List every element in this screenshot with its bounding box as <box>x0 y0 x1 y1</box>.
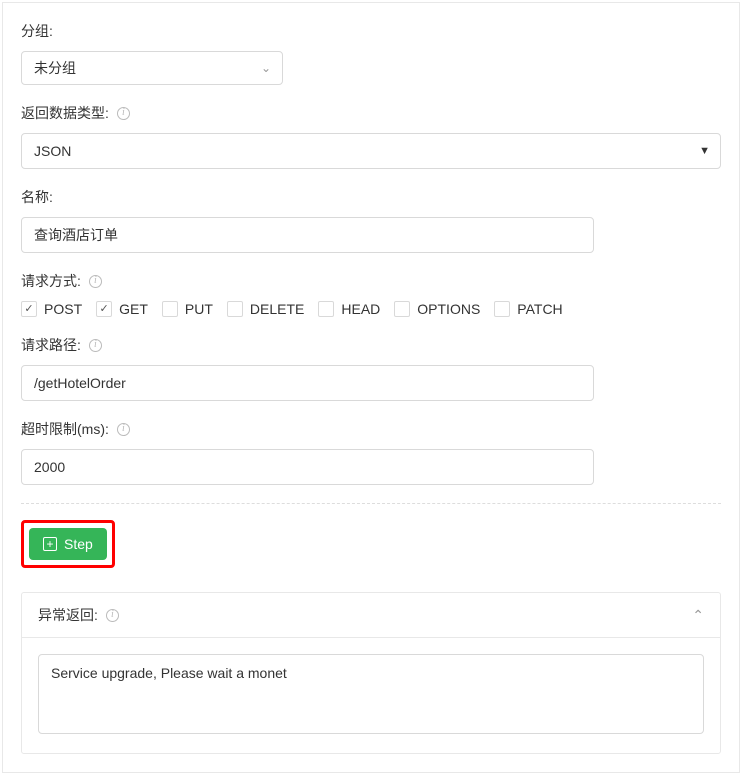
checkbox-head[interactable]: HEAD <box>318 301 380 317</box>
response-type-select[interactable]: JSON ▼ <box>21 133 721 169</box>
info-icon: i <box>89 275 102 288</box>
response-type-label: 返回数据类型: i <box>21 103 721 123</box>
field-path: 请求路径: i <box>21 335 721 401</box>
checkbox-post[interactable]: POST <box>21 301 82 317</box>
group-select[interactable]: 未分组 ⌄ <box>21 51 283 85</box>
checkbox-icon <box>394 301 410 317</box>
checkbox-options[interactable]: OPTIONS <box>394 301 480 317</box>
divider <box>21 503 721 504</box>
checkbox-icon <box>494 301 510 317</box>
checkbox-label: DELETE <box>250 301 304 317</box>
checkbox-label: HEAD <box>341 301 380 317</box>
response-type-value: JSON <box>34 143 71 159</box>
checkbox-label: PATCH <box>517 301 562 317</box>
checkbox-put[interactable]: PUT <box>162 301 213 317</box>
checkbox-icon <box>162 301 178 317</box>
path-label: 请求路径: i <box>21 335 721 355</box>
add-step-button[interactable]: + Step <box>29 528 107 560</box>
checkbox-icon <box>227 301 243 317</box>
exception-textarea[interactable] <box>38 654 704 734</box>
info-icon: i <box>106 609 119 622</box>
exception-title: 异常返回: i <box>38 605 119 625</box>
checkbox-label: OPTIONS <box>417 301 480 317</box>
exception-title-text: 异常返回: <box>38 605 98 625</box>
step-highlight-box: + Step <box>21 520 115 568</box>
checkbox-label: GET <box>119 301 148 317</box>
group-label: 分组: <box>21 21 721 41</box>
method-label-text: 请求方式: <box>21 271 81 291</box>
field-name: 名称: <box>21 187 721 253</box>
exception-panel-body <box>22 638 720 753</box>
field-group: 分组: 未分组 ⌄ <box>21 21 721 85</box>
form-container: 分组: 未分组 ⌄ 返回数据类型: i JSON ▼ 名称: 请求方式: i P… <box>2 2 740 773</box>
checkbox-patch[interactable]: PATCH <box>494 301 562 317</box>
field-timeout: 超时限制(ms): i <box>21 419 721 485</box>
response-type-label-text: 返回数据类型: <box>21 103 109 123</box>
caret-down-icon: ▼ <box>699 145 710 157</box>
timeout-label-text: 超时限制(ms): <box>21 419 109 439</box>
checkbox-icon <box>96 301 112 317</box>
field-method: 请求方式: i POST GET PUT DELETE HEAD OPTIONS… <box>21 271 721 317</box>
checkbox-label: PUT <box>185 301 213 317</box>
checkbox-label: POST <box>44 301 82 317</box>
path-label-text: 请求路径: <box>21 335 81 355</box>
plus-icon: + <box>43 537 57 551</box>
checkbox-get[interactable]: GET <box>96 301 148 317</box>
timeout-label: 超时限制(ms): i <box>21 419 721 439</box>
name-label: 名称: <box>21 187 721 207</box>
group-value: 未分组 <box>34 58 76 78</box>
step-button-label: Step <box>64 536 93 552</box>
exception-panel: 异常返回: i ⌃ <box>21 592 721 754</box>
checkbox-icon <box>318 301 334 317</box>
method-label: 请求方式: i <box>21 271 721 291</box>
info-icon: i <box>89 339 102 352</box>
name-input[interactable] <box>21 217 594 253</box>
checkbox-icon <box>21 301 37 317</box>
info-icon: i <box>117 423 130 436</box>
exception-panel-header[interactable]: 异常返回: i ⌃ <box>22 593 720 638</box>
method-checkbox-row: POST GET PUT DELETE HEAD OPTIONS PATCH <box>21 301 721 317</box>
info-icon: i <box>117 107 130 120</box>
chevron-up-icon: ⌃ <box>692 607 704 624</box>
path-input[interactable] <box>21 365 594 401</box>
timeout-input[interactable] <box>21 449 594 485</box>
checkbox-delete[interactable]: DELETE <box>227 301 304 317</box>
field-response-type: 返回数据类型: i JSON ▼ <box>21 103 721 169</box>
